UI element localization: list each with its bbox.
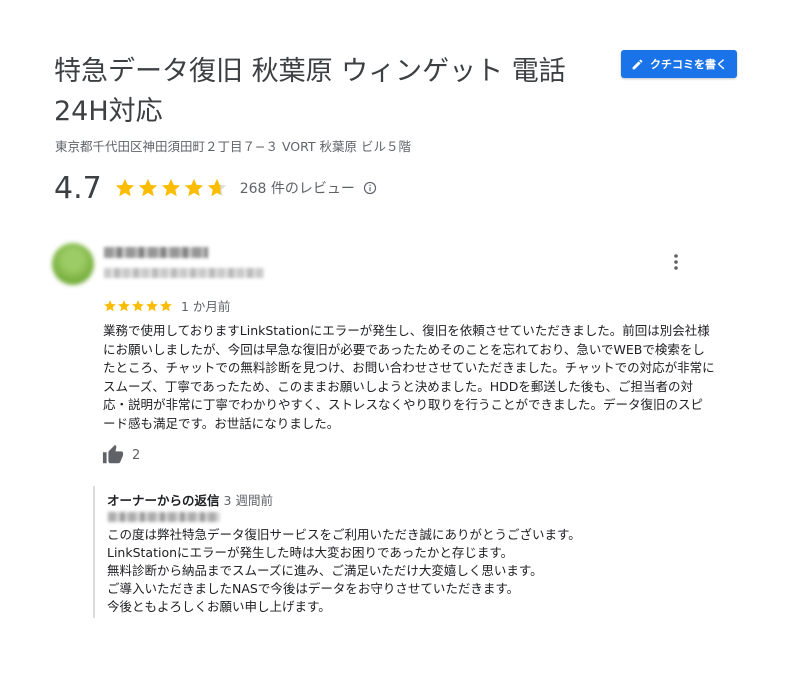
reviewer-name-blurred[interactable] bbox=[104, 247, 208, 258]
review-rating-row: 1 か月前 bbox=[103, 296, 230, 315]
more-options-icon[interactable] bbox=[666, 250, 686, 274]
thumbs-up-icon bbox=[102, 444, 124, 464]
star-icon bbox=[115, 178, 134, 197]
review-text: 業務で使用しておりますLinkStationにエラーが発生し、復旧を依頼させてい… bbox=[103, 323, 715, 431]
like-button[interactable]: 2 bbox=[102, 444, 140, 466]
star-icon bbox=[104, 299, 116, 311]
owner-reply-time: 3 週間前 bbox=[223, 493, 273, 508]
info-icon[interactable] bbox=[363, 181, 377, 195]
owner-reply-line: LinkStationにエラーが発生した時は大変お困りであったかと存じます。 bbox=[107, 545, 514, 560]
owner-reply-line: この度は弊社特急データ復旧サービスをご利用いただき誠にありがとうございます。 bbox=[107, 527, 581, 542]
review-stars bbox=[103, 299, 173, 313]
star-icon bbox=[160, 299, 172, 311]
star-icon bbox=[161, 178, 180, 197]
business-title: 特急データ復旧 秋葉原 ウィンゲット 電話24H対応 bbox=[54, 56, 566, 127]
owner-reply-line: 今後ともよろしくお願い申し上げます。 bbox=[107, 599, 331, 614]
owner-reply-line: 無料診断から納品までスムーズに進み、ご満足いただけ大変嬉しく思います。 bbox=[107, 563, 543, 578]
owner-reply-text: この度は弊社特急データ復旧サービスをご利用いただき誠にありがとうございます。 L… bbox=[107, 526, 697, 616]
owner-reply-line: ご導入いただきましたNASで今後はデータをお守りさせていただきます。 bbox=[107, 581, 520, 596]
write-review-button[interactable]: クチコミを書く bbox=[621, 50, 737, 78]
star-icon bbox=[207, 178, 226, 197]
owner-reply-header: オーナーからの返信 3 週間前 bbox=[107, 490, 273, 509]
reviewer-avatar[interactable] bbox=[52, 243, 94, 285]
star-icon bbox=[138, 178, 157, 197]
pencil-icon bbox=[632, 59, 643, 69]
star-icon bbox=[118, 299, 130, 311]
owner-reply-label: オーナーからの返信 bbox=[107, 493, 220, 508]
review-count-link[interactable]: 268 件のレビュー bbox=[240, 178, 355, 198]
average-rating: 4.7 bbox=[54, 170, 102, 206]
rating-summary: 4.7 268 件のレビュー bbox=[54, 170, 377, 206]
write-review-label: クチコミを書く bbox=[650, 58, 727, 71]
star-icon bbox=[146, 299, 158, 311]
owner-reply-meta-blurred bbox=[108, 512, 220, 522]
star-icon bbox=[132, 299, 144, 311]
like-count: 2 bbox=[132, 447, 141, 463]
business-address: 東京都千代田区神田須田町２丁目７−３ VORT 秋葉原 ビル５階 bbox=[55, 139, 411, 154]
rating-stars bbox=[114, 177, 228, 199]
star-icon bbox=[184, 178, 203, 197]
reviewer-meta-blurred bbox=[104, 268, 264, 278]
owner-reply: オーナーからの返信 3 週間前 この度は弊社特急データ復旧サービスをご利用いただき… bbox=[93, 486, 703, 618]
review-time: 1 か月前 bbox=[181, 299, 231, 314]
